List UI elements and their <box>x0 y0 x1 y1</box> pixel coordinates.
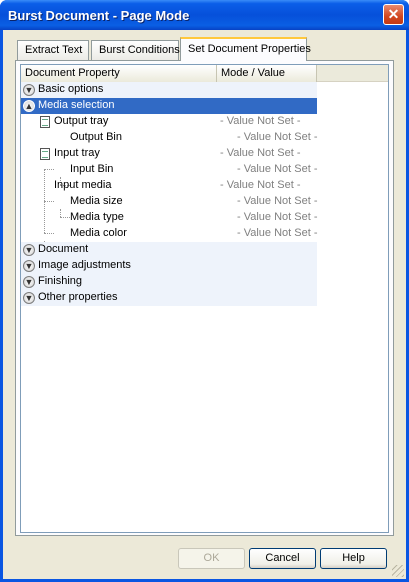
row-output-bin[interactable]: Output Bin - Value Not Set - <box>21 130 318 146</box>
row-media-size[interactable]: Media size - Value Not Set - <box>21 194 318 210</box>
row-image-adjustments[interactable]: ▼ Image adjustments <box>21 258 317 274</box>
tab-set-document-properties[interactable]: Set Document Properties <box>180 37 311 61</box>
row-media-selection-value[interactable] <box>217 98 317 114</box>
tab-panel: Document Property Mode / Value ▼ Basic o… <box>15 60 394 536</box>
page-icon <box>40 116 50 128</box>
window-title: Burst Document - Page Mode <box>8 8 190 23</box>
expand-down-icon[interactable]: ▼ <box>23 244 35 256</box>
row-media-selection[interactable]: ▲ Media selection <box>21 98 217 114</box>
row-media-type[interactable]: Media type - Value Not Set - <box>21 210 318 226</box>
column-header-value[interactable]: Mode / Value <box>217 65 317 82</box>
row-document[interactable]: ▼ Document <box>21 242 317 258</box>
title-bar[interactable]: Burst Document - Page Mode ✕ <box>0 0 409 30</box>
property-list[interactable]: Document Property Mode / Value ▼ Basic o… <box>20 64 389 533</box>
row-input-bin[interactable]: Input Bin - Value Not Set - <box>21 162 318 178</box>
column-header-property[interactable]: Document Property <box>21 65 217 82</box>
tab-label: Extract Text <box>25 44 83 56</box>
expand-down-icon[interactable]: ▼ <box>23 260 35 272</box>
row-finishing[interactable]: ▼ Finishing <box>21 274 317 290</box>
cancel-button[interactable]: Cancel <box>249 548 316 569</box>
help-button[interactable]: Help <box>320 548 387 569</box>
resize-grip[interactable] <box>392 565 404 577</box>
tab-extract-text[interactable]: Extract Text <box>17 40 89 60</box>
dialog-client-area: Extract Text Burst Conditions Set Docume… <box>3 30 406 579</box>
collapse-up-icon[interactable]: ▲ <box>23 100 35 112</box>
dialog-window: Burst Document - Page Mode ✕ Extract Tex… <box>0 0 409 582</box>
ok-button[interactable]: OK <box>178 548 245 569</box>
row-media-color[interactable]: Media color - Value Not Set - <box>21 226 318 242</box>
row-input-media[interactable]: Input media - Value Not Set - <box>21 178 317 194</box>
expand-down-icon[interactable]: ▼ <box>23 84 35 96</box>
expand-down-icon[interactable]: ▼ <box>23 276 35 288</box>
row-output-tray[interactable]: Output tray - Value Not Set - <box>21 114 317 130</box>
row-basic-options[interactable]: ▼ Basic options <box>21 82 317 98</box>
row-other-properties[interactable]: ▼ Other properties <box>21 290 317 306</box>
tab-label: Burst Conditions <box>99 44 180 56</box>
row-input-tray[interactable]: Input tray - Value Not Set - <box>21 146 317 162</box>
expand-down-icon[interactable]: ▼ <box>23 292 35 304</box>
page-icon <box>40 148 50 160</box>
tab-burst-conditions[interactable]: Burst Conditions <box>91 40 180 60</box>
close-icon: ✕ <box>387 6 400 22</box>
tab-label: Set Document Properties <box>188 43 311 55</box>
close-button[interactable]: ✕ <box>383 4 404 25</box>
list-header: Document Property Mode / Value <box>21 65 388 82</box>
